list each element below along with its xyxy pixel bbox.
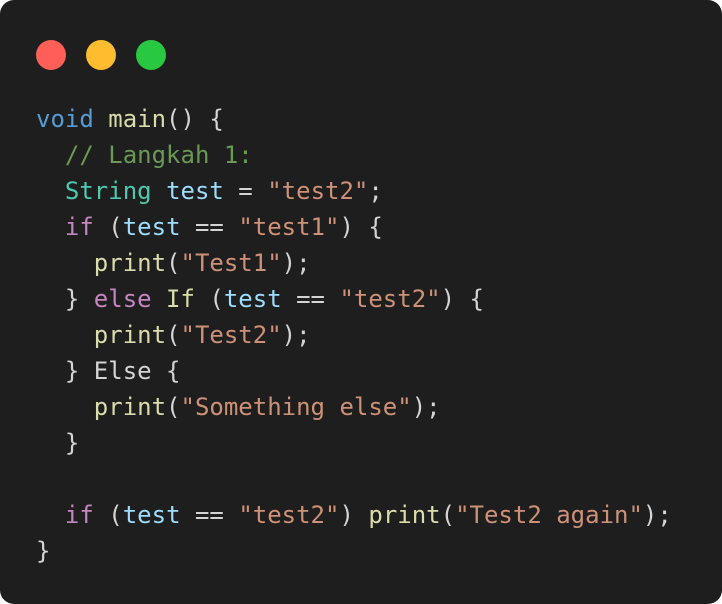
code-line: } Else { [36,353,672,389]
code-token-plain: == [281,285,340,313]
code-token-plain: ( [166,393,181,421]
code-token-function: print [93,393,167,421]
code-token-plain: ( [166,249,181,277]
code-token-plain: = [223,177,268,205]
code-token-plain: } [36,537,51,565]
code-token-plain: ) [339,501,369,529]
code-token-type: String [64,177,152,205]
code-token-string: "Test2" [180,321,282,349]
code-line: } [36,533,672,569]
code-token-control: if [64,501,94,529]
code-token-function: If [166,285,195,313]
code-token-function: print [93,321,167,349]
code-line: print("Test2"); [36,317,672,353]
code-token-function: print [368,501,441,529]
code-token-plain: ( [93,213,123,241]
close-button[interactable] [36,40,66,70]
code-line: if (test == "test1") { [36,209,672,245]
code-line: void main() { [36,101,672,137]
code-token-plain: } [36,429,80,457]
code-token-keyword: void [36,105,94,133]
code-token-string: "Test2 again" [455,501,643,529]
code-line: if (test == "test2") print("Test2 again"… [36,497,672,533]
code-token-plain: } Else { [36,357,181,385]
code-token-control: else [93,285,152,313]
code-token-variable: test [122,501,181,529]
code-token-string: "test2" [238,501,340,529]
code-line: print("Test1"); [36,245,672,281]
minimize-button[interactable] [86,40,116,70]
code-token-plain: ( [166,321,181,349]
code-token-plain: ) { [339,213,383,241]
maximize-button[interactable] [136,40,166,70]
code-token-plain: ( [194,285,224,313]
code-token-variable: test [166,177,224,205]
code-token-plain: ( [93,501,123,529]
code-token-plain: ( [440,501,456,529]
code-token-plain: ); [281,321,311,349]
code-line: } else If (test == "test2") { [36,281,672,317]
code-token-plain: } [36,285,94,313]
code-token-plain: ; [368,177,383,205]
code-token-plain: == [180,213,239,241]
code-token-plain: ); [642,501,672,529]
code-token-function: main [108,105,167,133]
code-token-plain: ); [281,249,311,277]
code-token-comment: // Langkah 1: [64,141,253,169]
code-window: void main() { // Langkah 1: String test … [0,0,722,604]
code-token-string: "test1" [238,213,340,241]
code-token-variable: test [223,285,282,313]
code-token-plain: == [180,501,239,529]
code-token-string: "Something else" [180,393,412,421]
code-token-string: "test2" [339,285,441,313]
code-token-control: if [64,213,94,241]
code-line: // Langkah 1: [36,137,672,173]
code-token-plain: ) { [440,285,484,313]
code-line: print("Something else"); [36,389,672,425]
code-line: } [36,425,672,461]
code-block: void main() { // Langkah 1: String test … [36,101,672,569]
code-token-plain: () { [166,105,224,133]
code-line: String test = "test2"; [36,173,672,209]
code-token-string: "test2" [267,177,369,205]
code-token-function: print [93,249,167,277]
code-token-string: "Test1" [180,249,282,277]
code-token-plain: ); [411,393,441,421]
code-token-variable: test [122,213,181,241]
